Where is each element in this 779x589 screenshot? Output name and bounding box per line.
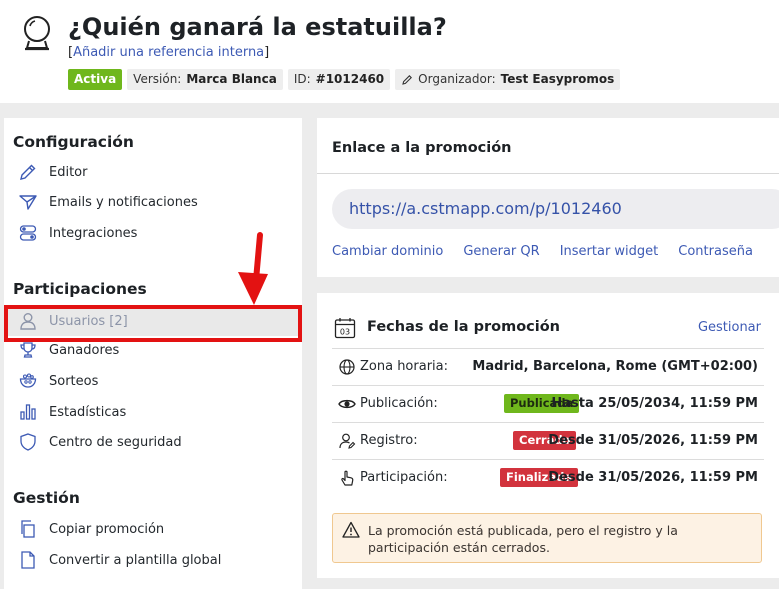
version-badge: Versión: Marca Blanca xyxy=(127,69,283,90)
registration-row: Registro: Cerrado Desde 31/05/2026, 11:5… xyxy=(332,423,764,459)
hand-pointer-icon xyxy=(341,470,354,486)
publication-value: Hasta 25/05/2034, 11:59 PM xyxy=(551,396,758,411)
pencil-icon xyxy=(402,74,413,85)
internal-reference: [Añadir una referencia interna] xyxy=(68,45,270,60)
promotion-dates-panel: 03 Fechas de la promoción Gestionar Zona… xyxy=(317,293,779,578)
toggle-icon xyxy=(19,225,37,241)
dates-panel-title: Fechas de la promoción xyxy=(367,319,561,335)
password-link[interactable]: Contraseña xyxy=(678,244,753,259)
sidebar-item-convert-template[interactable]: Convertir a plantilla global xyxy=(4,545,302,575)
link-panel-title: Enlace a la promoción xyxy=(332,140,512,156)
red-arrow-icon xyxy=(238,232,268,305)
warning-icon xyxy=(342,521,360,538)
sidebar-item-draws[interactable]: Sorteos xyxy=(4,366,302,396)
registration-value: Desde 31/05/2026, 11:59 PM xyxy=(548,433,758,448)
promotion-url[interactable]: https://a.cstmapp.com/p/1012460 xyxy=(349,199,622,218)
sidebar-item-emails[interactable]: Emails y notificaciones xyxy=(4,187,302,217)
warning-text: La promoción está publicada, pero el reg… xyxy=(368,523,678,555)
globe-icon xyxy=(339,359,355,375)
insert-widget-link[interactable]: Insertar widget xyxy=(560,244,659,259)
participation-value: Desde 31/05/2026, 11:59 PM xyxy=(548,470,758,485)
warning-alert: La promoción está publicada, pero el reg… xyxy=(332,513,762,563)
sidebar-item-security-center[interactable]: Centro de seguridad xyxy=(4,427,302,457)
copy-icon xyxy=(21,520,35,538)
sidebar-item-statistics[interactable]: Estadísticas xyxy=(4,397,302,427)
sidebar-item-copy-promotion[interactable]: Copiar promoción xyxy=(4,514,302,544)
calendar-day: 03 xyxy=(340,328,350,337)
send-icon xyxy=(19,195,37,210)
eye-icon xyxy=(338,399,356,409)
raffle-bowl-icon xyxy=(19,373,37,388)
promotion-badges: Activa Versión: Marca Blanca ID: #101246… xyxy=(68,69,621,90)
section-management-title: Gestión xyxy=(13,489,80,507)
sidebar-item-editor[interactable]: Editor xyxy=(4,157,302,187)
divider xyxy=(317,173,779,174)
trophy-icon xyxy=(20,342,36,358)
bar-chart-icon xyxy=(20,404,36,420)
calendar-icon: 03 xyxy=(334,318,356,339)
generate-qr-link[interactable]: Generar QR xyxy=(463,244,539,259)
sidebar: Configuración Editor Emails y notificaci… xyxy=(4,118,302,589)
pencil-icon xyxy=(20,164,36,180)
promotion-link-panel: Enlace a la promoción https://a.cstmapp.… xyxy=(317,118,779,277)
timezone-value: Madrid, Barcelona, Rome (GMT+02:00) xyxy=(472,359,758,374)
participation-row: Participación: Finalizada Desde 31/05/20… xyxy=(332,460,764,496)
section-participations-title: Participaciones xyxy=(13,280,147,298)
organizer-badge: Organizador: Test Easypromos xyxy=(395,69,621,90)
id-badge: ID: #1012460 xyxy=(287,69,391,90)
document-icon xyxy=(21,551,35,569)
shield-icon xyxy=(20,433,36,451)
status-badge: Activa xyxy=(68,69,123,90)
highlight-box xyxy=(4,305,302,342)
section-configuration-title: Configuración xyxy=(13,133,134,151)
timezone-row: Zona horaria: Madrid, Barcelona, Rome (G… xyxy=(332,349,764,385)
add-reference-link[interactable]: Añadir una referencia interna xyxy=(73,45,264,60)
promotion-url-box[interactable]: https://a.cstmapp.com/p/1012460 xyxy=(332,189,779,229)
promotion-header: ¿Quién ganará la estatuilla? [Añadir una… xyxy=(0,0,779,103)
publication-row: Publicación: Publicada Hasta 25/05/2034,… xyxy=(332,386,764,422)
manage-dates-link[interactable]: Gestionar xyxy=(698,320,761,335)
change-domain-link[interactable]: Cambiar dominio xyxy=(332,244,443,259)
link-actions: Cambiar dominio Generar QR Insertar widg… xyxy=(332,244,753,259)
user-edit-icon xyxy=(339,433,356,449)
page-title: ¿Quién ganará la estatuilla? xyxy=(68,13,447,41)
crystal-ball-icon xyxy=(24,16,50,51)
